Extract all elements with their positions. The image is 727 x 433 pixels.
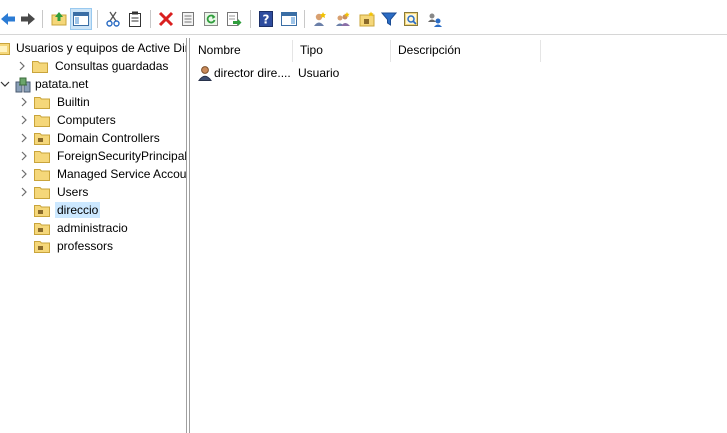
expand-chevron-icon[interactable]: [19, 115, 29, 125]
folder-icon: [34, 149, 50, 163]
new-group-icon[interactable]: [332, 8, 354, 30]
table-row[interactable]: director dire.... Usuario: [190, 64, 727, 82]
new-user-icon[interactable]: [309, 8, 331, 30]
filter-icon[interactable]: [378, 8, 400, 30]
console-tree: Usuarios y equipos de Active Directory C…: [0, 38, 186, 433]
folder-icon: [34, 113, 50, 127]
domain-icon: [15, 77, 31, 93]
tree-item-label: Users: [57, 185, 89, 199]
organizational-unit-icon: [34, 239, 50, 253]
expand-chevron-icon[interactable]: [19, 169, 29, 179]
tree-item-label: Consultas guardadas: [55, 59, 169, 73]
tree-root-label: Usuarios y equipos de Active Directory: [16, 41, 186, 55]
column-header-label: Tipo: [300, 43, 323, 57]
cut-icon[interactable]: [102, 8, 124, 30]
row-type-cell: Usuario: [298, 64, 339, 82]
tree-item-label: direccio: [55, 202, 101, 218]
expand-chevron-icon[interactable]: [17, 61, 27, 71]
tree-item-label: Domain Controllers: [57, 131, 160, 145]
expand-chevron-icon[interactable]: [19, 133, 29, 143]
column-header-label: Nombre: [198, 43, 241, 57]
tree-item-label: Computers: [57, 113, 116, 127]
show-hide-action-pane-icon[interactable]: [278, 8, 300, 30]
tree-item-domain-controllers[interactable]: Domain Controllers: [19, 129, 162, 147]
row-name-cell: director dire....: [198, 64, 291, 82]
organizational-unit-icon: [34, 203, 50, 217]
forward-arrow-icon[interactable]: [17, 8, 39, 30]
tree-item-saved-queries[interactable]: Consultas guardadas: [17, 57, 170, 75]
user-icon: [198, 65, 212, 81]
column-header-label: Descripción: [398, 43, 461, 57]
tree-item-label: ForeignSecurityPrincipals: [57, 149, 186, 163]
tree-item-managed-service-accounts[interactable]: Managed Service Accounts: [19, 165, 186, 183]
tree-item-label: professors: [57, 239, 114, 253]
refresh-icon[interactable]: [200, 8, 222, 30]
show-hide-console-tree-icon[interactable]: [70, 8, 92, 30]
tree-item-computers[interactable]: Computers: [19, 111, 118, 129]
toolbar: ?: [0, 4, 727, 35]
organizational-unit-icon: [34, 221, 50, 235]
row-type-label: Usuario: [298, 66, 340, 80]
tree-item-professors[interactable]: professors: [19, 237, 115, 255]
aduc-snapin-icon: [0, 41, 10, 55]
toolbar-separator: [150, 10, 151, 28]
delegate-control-icon[interactable]: [424, 8, 446, 30]
folder-icon: [32, 59, 48, 73]
toolbar-separator: [97, 10, 98, 28]
expand-chevron-icon[interactable]: [19, 97, 29, 107]
new-ou-icon[interactable]: [356, 8, 378, 30]
tree-item-users[interactable]: Users: [19, 183, 90, 201]
help-icon[interactable]: ?: [255, 8, 277, 30]
toolbar-separator: [250, 10, 251, 28]
tree-item-direccio[interactable]: direccio: [19, 201, 101, 219]
delete-icon[interactable]: [155, 8, 177, 30]
column-header-description[interactable]: Descripción: [390, 38, 540, 62]
export-list-icon[interactable]: [223, 8, 245, 30]
tree-item-label: Managed Service Accounts: [57, 167, 186, 181]
tree-item-label: administracio: [57, 221, 128, 235]
svg-text:?: ?: [263, 13, 270, 27]
folder-icon: [34, 95, 50, 109]
folder-icon: [34, 185, 50, 199]
up-level-icon[interactable]: [48, 8, 70, 30]
column-divider[interactable]: [540, 40, 541, 62]
add-to-group-icon[interactable]: [400, 8, 422, 30]
column-header-name[interactable]: Nombre: [190, 38, 292, 62]
collapse-chevron-icon[interactable]: [0, 79, 10, 89]
expand-chevron-icon[interactable]: [19, 151, 29, 161]
expand-chevron-icon[interactable]: [19, 187, 29, 197]
organizational-unit-icon: [34, 131, 50, 145]
properties-icon[interactable]: [177, 8, 199, 30]
folder-icon: [34, 167, 50, 181]
tree-root-aduc[interactable]: Usuarios y equipos de Active Directory: [0, 39, 186, 57]
tree-item-domain[interactable]: patata.net: [0, 75, 90, 93]
copy-icon[interactable]: [124, 8, 146, 30]
tree-item-foreignsecurityprincipals[interactable]: ForeignSecurityPrincipals: [19, 147, 186, 165]
toolbar-separator: [42, 10, 43, 28]
toolbar-separator: [304, 10, 305, 28]
details-list: Nombre Tipo Descripción director dire...…: [190, 38, 727, 433]
tree-item-administracio[interactable]: administracio: [19, 219, 130, 237]
column-header-type[interactable]: Tipo: [292, 38, 390, 62]
row-name-label: director dire....: [214, 66, 291, 80]
tree-item-label: patata.net: [35, 77, 89, 91]
tree-item-builtin[interactable]: Builtin: [19, 93, 92, 111]
pane-splitter[interactable]: [186, 38, 187, 433]
tree-item-label: Builtin: [57, 95, 90, 109]
